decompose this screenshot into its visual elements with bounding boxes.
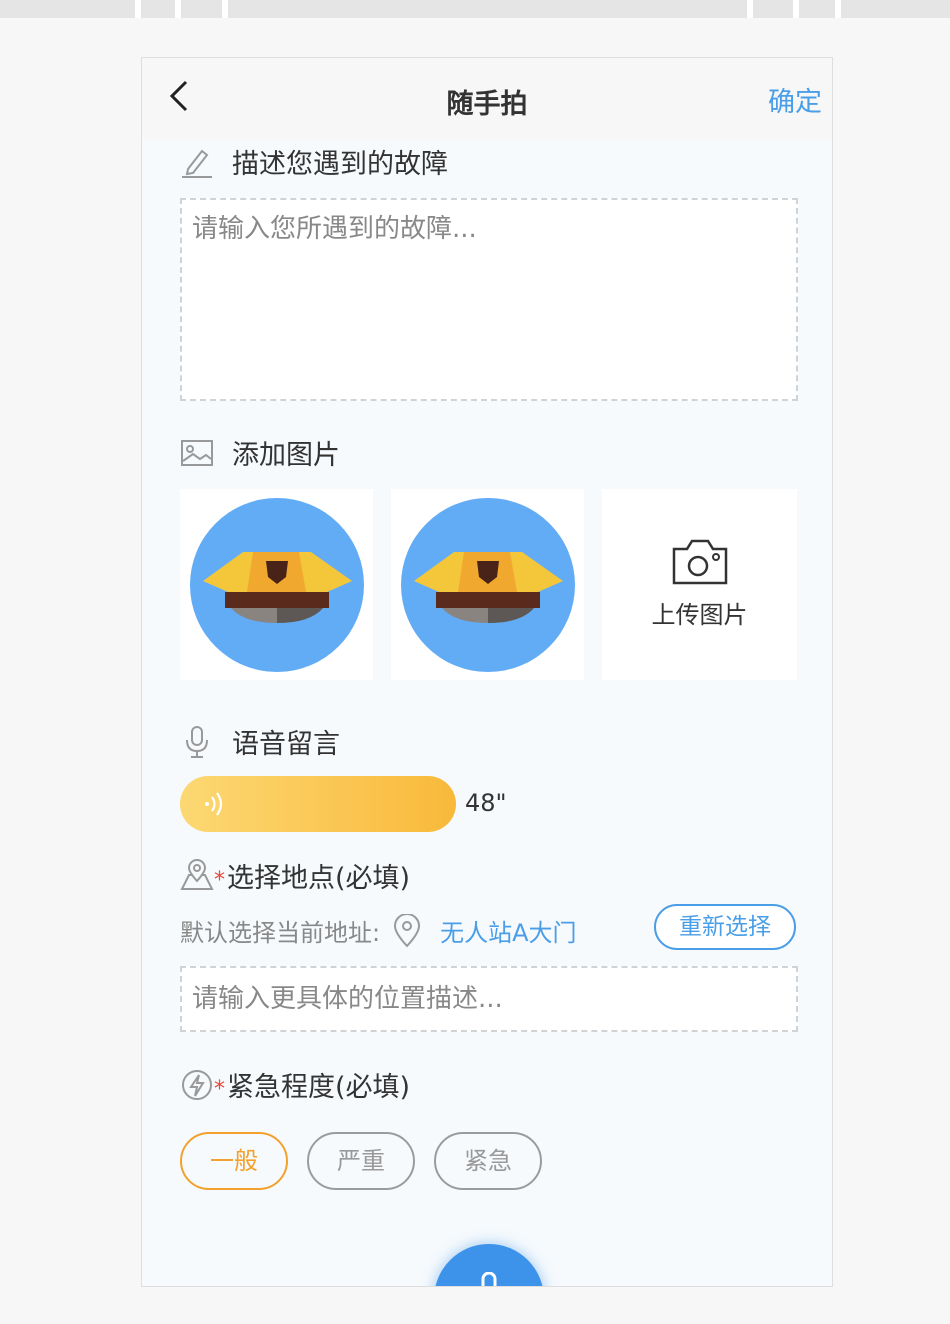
photos-title: 添加图片 xyxy=(232,440,340,471)
image-icon xyxy=(180,436,214,470)
urgency-section-title: * 紧急程度(必填) xyxy=(180,1065,410,1104)
default-location-label: 默认选择当前地址: xyxy=(180,919,381,947)
upload-image-button[interactable]: 上传图片 xyxy=(602,489,797,680)
description-input[interactable]: 请输入您所遇到的故障... xyxy=(180,198,798,401)
lightning-icon xyxy=(180,1068,214,1102)
police-cap-image xyxy=(190,498,364,672)
urgency-option-urgent[interactable]: 紧急 xyxy=(434,1132,542,1190)
photo-thumbnail[interactable] xyxy=(180,489,373,680)
current-address: 无人站A大门 xyxy=(440,919,577,947)
confirm-button[interactable]: 确定 xyxy=(768,80,822,119)
microphone-icon xyxy=(180,725,214,759)
nav-bar: 随手拍 确定 xyxy=(142,58,832,140)
map-pin-icon xyxy=(180,858,214,893)
page-title: 随手拍 xyxy=(446,89,528,120)
location-detail-input[interactable]: 请输入更具体的位置描述... xyxy=(180,966,798,1032)
photo-thumbnail[interactable] xyxy=(391,489,584,680)
pencil-icon xyxy=(180,145,214,179)
location-title: 选择地点(必填) xyxy=(227,863,411,894)
description-title: 描述您遇到的故障 xyxy=(232,149,448,180)
sound-wave-icon xyxy=(205,792,223,816)
police-cap-image xyxy=(401,498,575,672)
reselect-location-button[interactable]: 重新选择 xyxy=(654,904,796,950)
camera-icon xyxy=(672,539,727,585)
upload-label: 上传图片 xyxy=(651,601,748,629)
voice-message-player[interactable] xyxy=(180,776,456,832)
required-star: * xyxy=(214,868,225,893)
voice-title: 语音留言 xyxy=(232,729,340,760)
voice-duration: 48" xyxy=(465,789,507,817)
location-section-title: * 选择地点(必填) xyxy=(180,856,410,895)
urgency-option-normal[interactable]: 一般 xyxy=(180,1132,288,1190)
microphone-icon xyxy=(481,1272,497,1286)
location-pin-icon xyxy=(394,913,421,947)
urgency-option-serious[interactable]: 严重 xyxy=(307,1132,415,1190)
browser-top-strip xyxy=(0,0,950,18)
voice-section-title: 语音留言 xyxy=(180,722,340,761)
photos-section-title: 添加图片 xyxy=(180,433,340,472)
urgency-title: 紧急程度(必填) xyxy=(227,1072,411,1103)
mobile-screen: 随手拍 确定 描述您遇到的故障 请输入您所遇到的故障... 添加图片 上传图片 … xyxy=(141,57,833,1287)
current-location-row: 默认选择当前地址: 无人站A大门 xyxy=(180,913,577,948)
description-section-title: 描述您遇到的故障 xyxy=(180,142,448,181)
required-star: * xyxy=(214,1077,225,1102)
floating-action-button[interactable] xyxy=(434,1244,544,1286)
